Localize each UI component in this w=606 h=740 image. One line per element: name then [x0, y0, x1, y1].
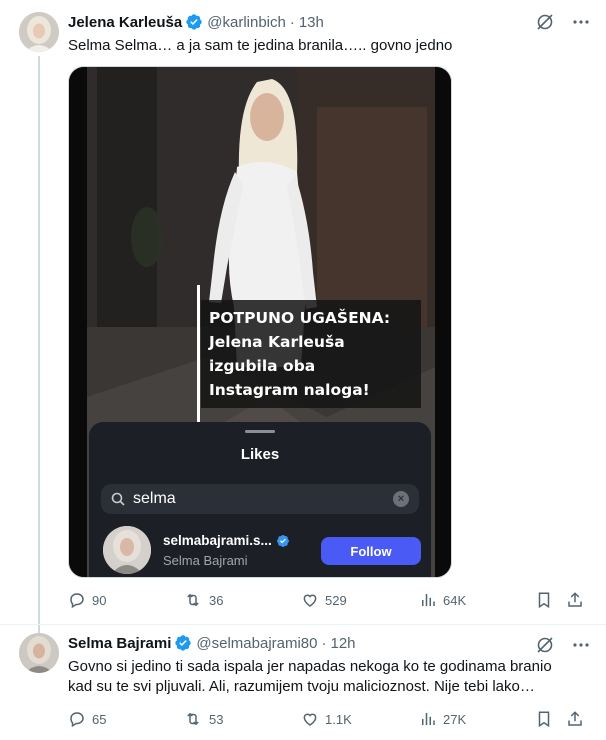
tweet-header: Jelena Karleuša @karlinbich · 13h: [68, 12, 324, 32]
heart-icon: [303, 713, 317, 726]
repost-icon: [187, 712, 199, 726]
views-button[interactable]: 27K: [419, 709, 466, 729]
repost-count: 53: [209, 711, 224, 727]
like-button[interactable]: 1.1K: [301, 709, 352, 729]
repost-count: 36: [209, 592, 224, 608]
more-icon[interactable]: [570, 11, 592, 33]
tweet-karleusa[interactable]: Jelena Karleuša @karlinbich · 13h Selma …: [0, 0, 606, 636]
heart-icon: [303, 594, 317, 607]
result-avatar: [103, 526, 151, 574]
avatar-image: [19, 633, 59, 673]
tweet-text: Selma Selma… a ja sam te jedina branila……: [68, 37, 453, 54]
grok-icon[interactable]: [534, 634, 556, 656]
search-icon: [111, 492, 125, 506]
bookmark-icon: [538, 711, 550, 728]
avatar-image: [19, 12, 59, 52]
share-icon: [568, 711, 582, 726]
views-icon: [422, 713, 435, 725]
sheet-grabber: [245, 430, 275, 433]
caption-accent-bar: [197, 285, 200, 425]
author-handle[interactable]: @selmabajrami80: [196, 635, 317, 652]
tweet-text-line: kad su te svi pljuvali. Ali, razumijem t…: [68, 678, 535, 695]
reply-count: 90: [92, 592, 107, 608]
like-count: 529: [325, 592, 347, 608]
separator-dot: ·: [321, 634, 327, 652]
like-count: 1.1K: [325, 711, 352, 727]
caption-line: Instagram naloga!: [209, 381, 370, 399]
bookmark-icon: [538, 592, 550, 609]
share-button[interactable]: [566, 590, 590, 610]
separator-dot: ·: [289, 13, 295, 31]
share-icon: [568, 592, 582, 607]
author-name[interactable]: Jelena Karleuša: [68, 14, 182, 31]
likes-result-row: selmabajrami.s... Selma Bajrami Follow: [103, 524, 423, 576]
reply-button[interactable]: 90: [68, 590, 106, 610]
timestamp[interactable]: 12h: [331, 635, 356, 652]
likes-title: Likes: [240, 446, 280, 463]
view-count: 64K: [443, 592, 467, 608]
clear-icon: ×: [393, 491, 409, 507]
avatar[interactable]: [19, 633, 59, 673]
view-count: 27K: [443, 711, 467, 727]
tweet-actions: 65 53 1.1K 27K: [68, 709, 588, 729]
more-icon[interactable]: [570, 634, 592, 656]
reply-count: 65: [92, 711, 107, 727]
timestamp[interactable]: 13h: [299, 14, 324, 31]
verified-badge-icon[interactable]: [185, 13, 203, 31]
media-letterbox-right: [435, 67, 451, 577]
tweet-text-line: Govno si jedino ti sada ispala jer napad…: [68, 658, 552, 675]
tweet-text: Govno si jedino ti sada ispala jer napad…: [68, 657, 588, 697]
bookmark-button[interactable]: [535, 709, 559, 729]
repost-icon: [187, 593, 199, 607]
repost-button[interactable]: 53: [183, 709, 223, 729]
result-display-name: Selma Bajrami: [163, 553, 248, 568]
verified-badge-icon: [276, 534, 289, 547]
media-caption: POTPUNO UGAŠENA: Jelena Karleuša izgubil…: [201, 300, 421, 408]
media-letterbox-left: [69, 67, 87, 577]
result-username: selmabajrami.s...: [163, 533, 290, 548]
tweet-bajrami[interactable]: Selma Bajrami @selmabajrami80 · 12h Govn…: [0, 625, 606, 740]
reply-button[interactable]: 65: [68, 709, 106, 729]
avatar[interactable]: [19, 12, 59, 52]
tweet-header: Selma Bajrami @selmabajrami80 · 12h: [68, 633, 356, 653]
caption-line: Jelena Karleuša: [209, 333, 345, 351]
share-button[interactable]: [566, 709, 590, 729]
reply-icon: [70, 712, 84, 728]
reply-icon: [70, 593, 84, 609]
verified-badge-icon[interactable]: [174, 634, 192, 652]
author-name[interactable]: Selma Bajrami: [68, 635, 171, 652]
likes-search-field: selma ×: [101, 484, 419, 514]
repost-button[interactable]: 36: [183, 590, 223, 610]
result-username-text: selmabajrami.s...: [163, 533, 272, 548]
bookmark-button[interactable]: [535, 590, 559, 610]
tweet-media[interactable]: POTPUNO UGAŠENA: Jelena Karleuša izgubil…: [68, 66, 452, 578]
views-icon: [422, 594, 435, 606]
views-button[interactable]: 64K: [419, 590, 466, 610]
likes-search-value: selma: [133, 490, 176, 507]
author-handle[interactable]: @karlinbich: [207, 14, 286, 31]
caption-line: izgubila oba: [209, 357, 316, 375]
caption-line: POTPUNO UGAŠENA:: [209, 309, 391, 327]
follow-button: Follow: [321, 537, 421, 565]
grok-icon[interactable]: [534, 11, 556, 33]
thread-line: [38, 56, 40, 636]
tweet-actions: 90 36 529 64K: [68, 590, 588, 610]
like-button[interactable]: 529: [301, 590, 347, 610]
likes-sheet: Likes selma × selmabajrami.s... Selma Ba…: [89, 422, 431, 577]
